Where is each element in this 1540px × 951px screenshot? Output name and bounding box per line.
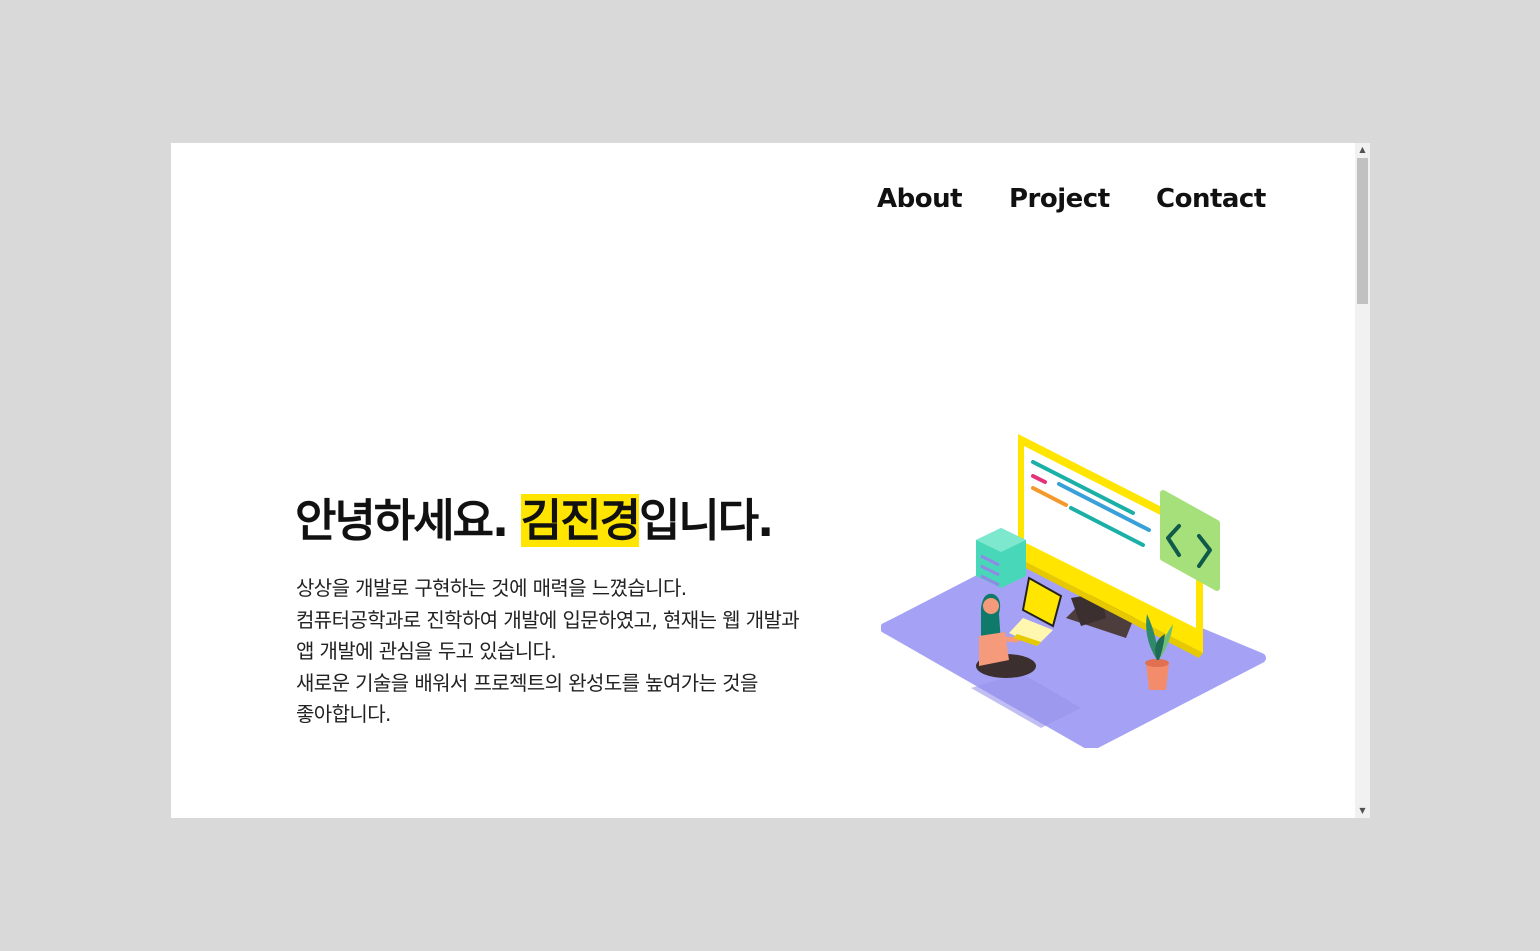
vertical-scrollbar[interactable]: ▲ ▼ bbox=[1355, 143, 1370, 818]
developer-workspace-illustration bbox=[881, 434, 1266, 748]
intro-line: 좋아합니다. bbox=[296, 702, 391, 727]
hero-intro: 상상을 개발로 구현하는 것에 매력을 느꼈습니다. 컴퓨터공학과로 진학하여 … bbox=[296, 573, 866, 731]
server-stack bbox=[976, 528, 1026, 588]
arrow-down-icon[interactable]: ▼ bbox=[1355, 804, 1370, 818]
intro-line: 새로운 기술을 배워서 프로젝트의 완성도를 높여가는 것을 bbox=[296, 670, 758, 695]
headline-suffix: 입니다. bbox=[638, 494, 774, 547]
hero-headline: 안녕하세요. 김진경입니다. bbox=[295, 488, 774, 554]
intro-line: 컴퓨터공학과로 진학하여 개발에 입문하였고, 현재는 웹 개발과 bbox=[296, 607, 800, 632]
nav-link-project[interactable]: Project bbox=[1009, 179, 1110, 219]
nav-link-about[interactable]: About bbox=[877, 179, 963, 219]
nav-link-contact[interactable]: Contact bbox=[1156, 179, 1266, 219]
intro-line: 상상을 개발로 구현하는 것에 매력을 느꼈습니다. bbox=[296, 576, 687, 600]
intro-line: 앱 개발에 관심을 두고 있습니다. bbox=[296, 639, 557, 664]
scrollbar-thumb[interactable] bbox=[1357, 158, 1368, 304]
headline-name-highlight: 김진경 bbox=[520, 494, 641, 547]
browser-viewport: About Project Contact 안녕하세요. 김진경입니다. 상상을… bbox=[171, 143, 1370, 818]
headline-greeting: 안녕하세요. bbox=[295, 494, 521, 547]
arrow-up-icon[interactable]: ▲ bbox=[1355, 143, 1370, 157]
top-nav: About Project Contact bbox=[171, 179, 1355, 219]
